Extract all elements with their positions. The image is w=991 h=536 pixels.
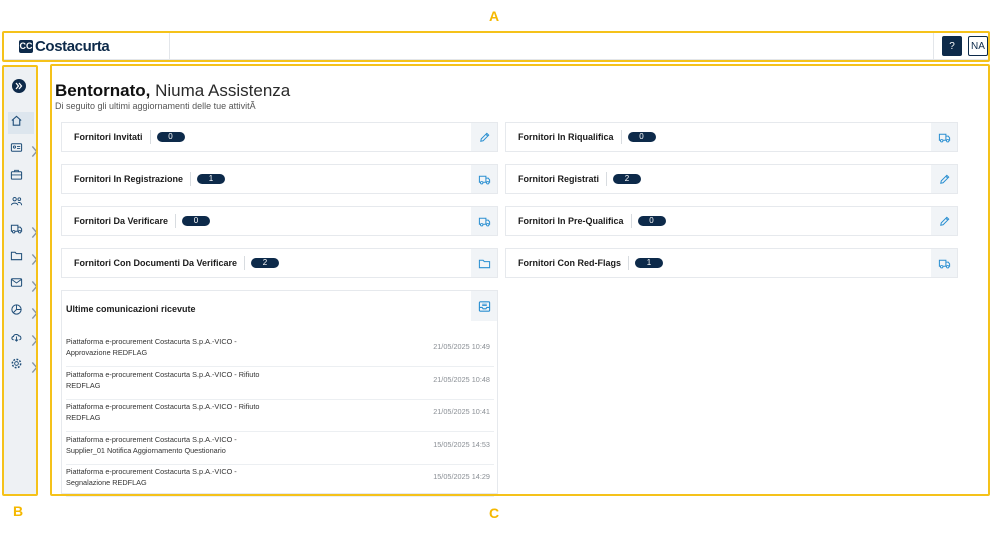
region-b-frame <box>2 65 38 496</box>
callout-b: B <box>13 503 24 519</box>
callout-c: C <box>489 505 500 521</box>
region-a-frame <box>2 31 990 62</box>
region-c-frame <box>50 64 990 496</box>
callout-a: A <box>489 8 500 24</box>
